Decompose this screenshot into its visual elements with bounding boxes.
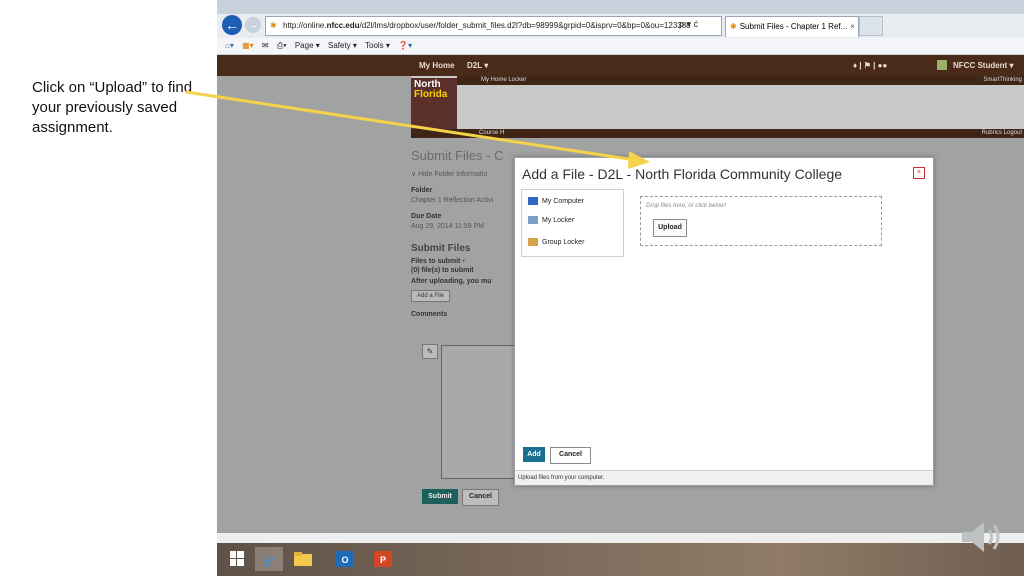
annotation-arrow	[185, 90, 650, 169]
